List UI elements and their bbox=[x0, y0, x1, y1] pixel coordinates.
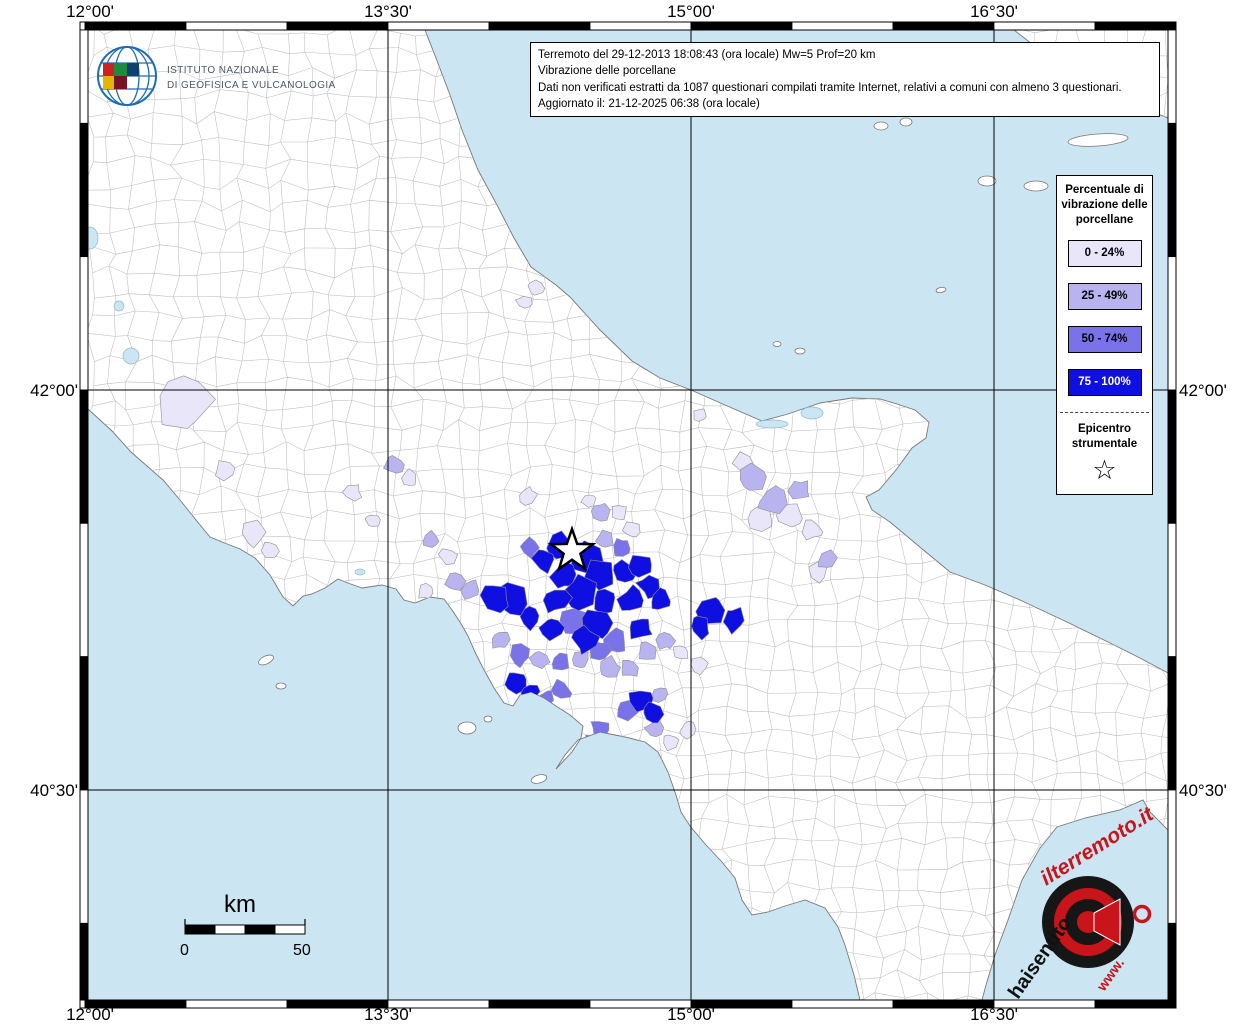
municipality-intensity-region bbox=[591, 503, 610, 521]
island bbox=[874, 122, 888, 130]
epicenter-star-symbol: ☆ bbox=[1057, 457, 1152, 484]
lon-label-top-0: 12°00' bbox=[66, 2, 114, 22]
lat-label-left-0: 42°00' bbox=[6, 381, 78, 401]
ingv-name: ISTITUTO NAZIONALE DI GEOFISICA E VULCAN… bbox=[167, 59, 336, 93]
lon-label-top-3: 16°30' bbox=[970, 2, 1018, 22]
lake bbox=[756, 420, 788, 428]
island bbox=[276, 683, 286, 689]
lat-label-right-0: 42°00' bbox=[1179, 381, 1251, 401]
island bbox=[900, 118, 912, 126]
legend-divider bbox=[1060, 412, 1149, 413]
municipality-intensity-region bbox=[595, 589, 615, 614]
island bbox=[1024, 181, 1048, 191]
lat-label-right-1: 40°30' bbox=[1179, 781, 1251, 801]
island bbox=[773, 342, 781, 347]
island bbox=[978, 176, 996, 186]
lon-label-bottom-3: 16°30' bbox=[970, 1005, 1018, 1025]
scale-bar-min: 0 bbox=[180, 942, 189, 960]
scale-bar-unit: km bbox=[224, 891, 256, 919]
island bbox=[458, 722, 476, 734]
lon-label-bottom-1: 13°30' bbox=[364, 1005, 412, 1025]
info-line-4: Aggiornato il: 21-12-2025 06:38 (ora loc… bbox=[538, 96, 1152, 112]
legend-epicenter-title: Epicentro strumentale bbox=[1057, 422, 1152, 452]
lon-label-top-2: 15°00' bbox=[667, 2, 715, 22]
legend-swatch-0-24: 0 - 24% bbox=[1068, 240, 1142, 267]
ingv-name-line2: DI GEOFISICA E VULCANOLOGIA bbox=[167, 78, 336, 93]
map-svg: haisentito ilterremoto.it www. bbox=[0, 0, 1255, 1024]
lat-label-left-1: 40°30' bbox=[6, 781, 78, 801]
island bbox=[795, 348, 805, 354]
island bbox=[484, 716, 492, 722]
legend-label-0-24: 0 - 24% bbox=[1085, 247, 1125, 259]
legend-swatch-75-100: 75 - 100% bbox=[1068, 369, 1142, 396]
legend-swatch-25-49: 25 - 49% bbox=[1068, 283, 1142, 310]
legend-swatch-50-74: 50 - 74% bbox=[1068, 326, 1142, 353]
lake bbox=[114, 301, 124, 311]
scale-bar-max: 50 bbox=[293, 942, 311, 960]
municipality-intensity-region bbox=[614, 538, 630, 556]
legend-label-25-49: 25 - 49% bbox=[1081, 290, 1127, 302]
lake bbox=[355, 569, 365, 575]
ingv-globe-icon bbox=[96, 45, 158, 107]
lon-label-top-1: 13°30' bbox=[364, 2, 412, 22]
info-line-3: Dati non verificati estratti da 1087 que… bbox=[538, 80, 1152, 96]
lon-label-bottom-2: 15°00' bbox=[667, 1005, 715, 1025]
info-line-1: Terremoto del 29-12-2013 18:08:43 (ora l… bbox=[538, 47, 1152, 63]
legend-label-75-100: 75 - 100% bbox=[1078, 376, 1130, 388]
legend-title: Percentuale di vibrazione delle porcella… bbox=[1061, 183, 1148, 228]
ingv-shakemap-page: haisentito ilterremoto.it www. ISTITUTO … bbox=[0, 0, 1255, 1024]
legend-label-50-74: 50 - 74% bbox=[1081, 333, 1127, 345]
ingv-logo: ISTITUTO NAZIONALE DI GEOFISICA E VULCAN… bbox=[96, 45, 336, 107]
info-box: Terremoto del 29-12-2013 18:08:43 (ora l… bbox=[530, 42, 1160, 117]
lon-label-bottom-0: 12°00' bbox=[66, 1005, 114, 1025]
legend-box: Percentuale di vibrazione delle porcella… bbox=[1056, 175, 1153, 495]
lake bbox=[123, 348, 139, 364]
municipality-intensity-region bbox=[612, 506, 626, 520]
lake bbox=[801, 407, 823, 419]
municipality-intensity-region bbox=[674, 646, 688, 659]
ingv-name-line1: ISTITUTO NAZIONALE bbox=[167, 63, 336, 78]
info-line-2: Vibrazione delle porcellane bbox=[538, 63, 1152, 79]
